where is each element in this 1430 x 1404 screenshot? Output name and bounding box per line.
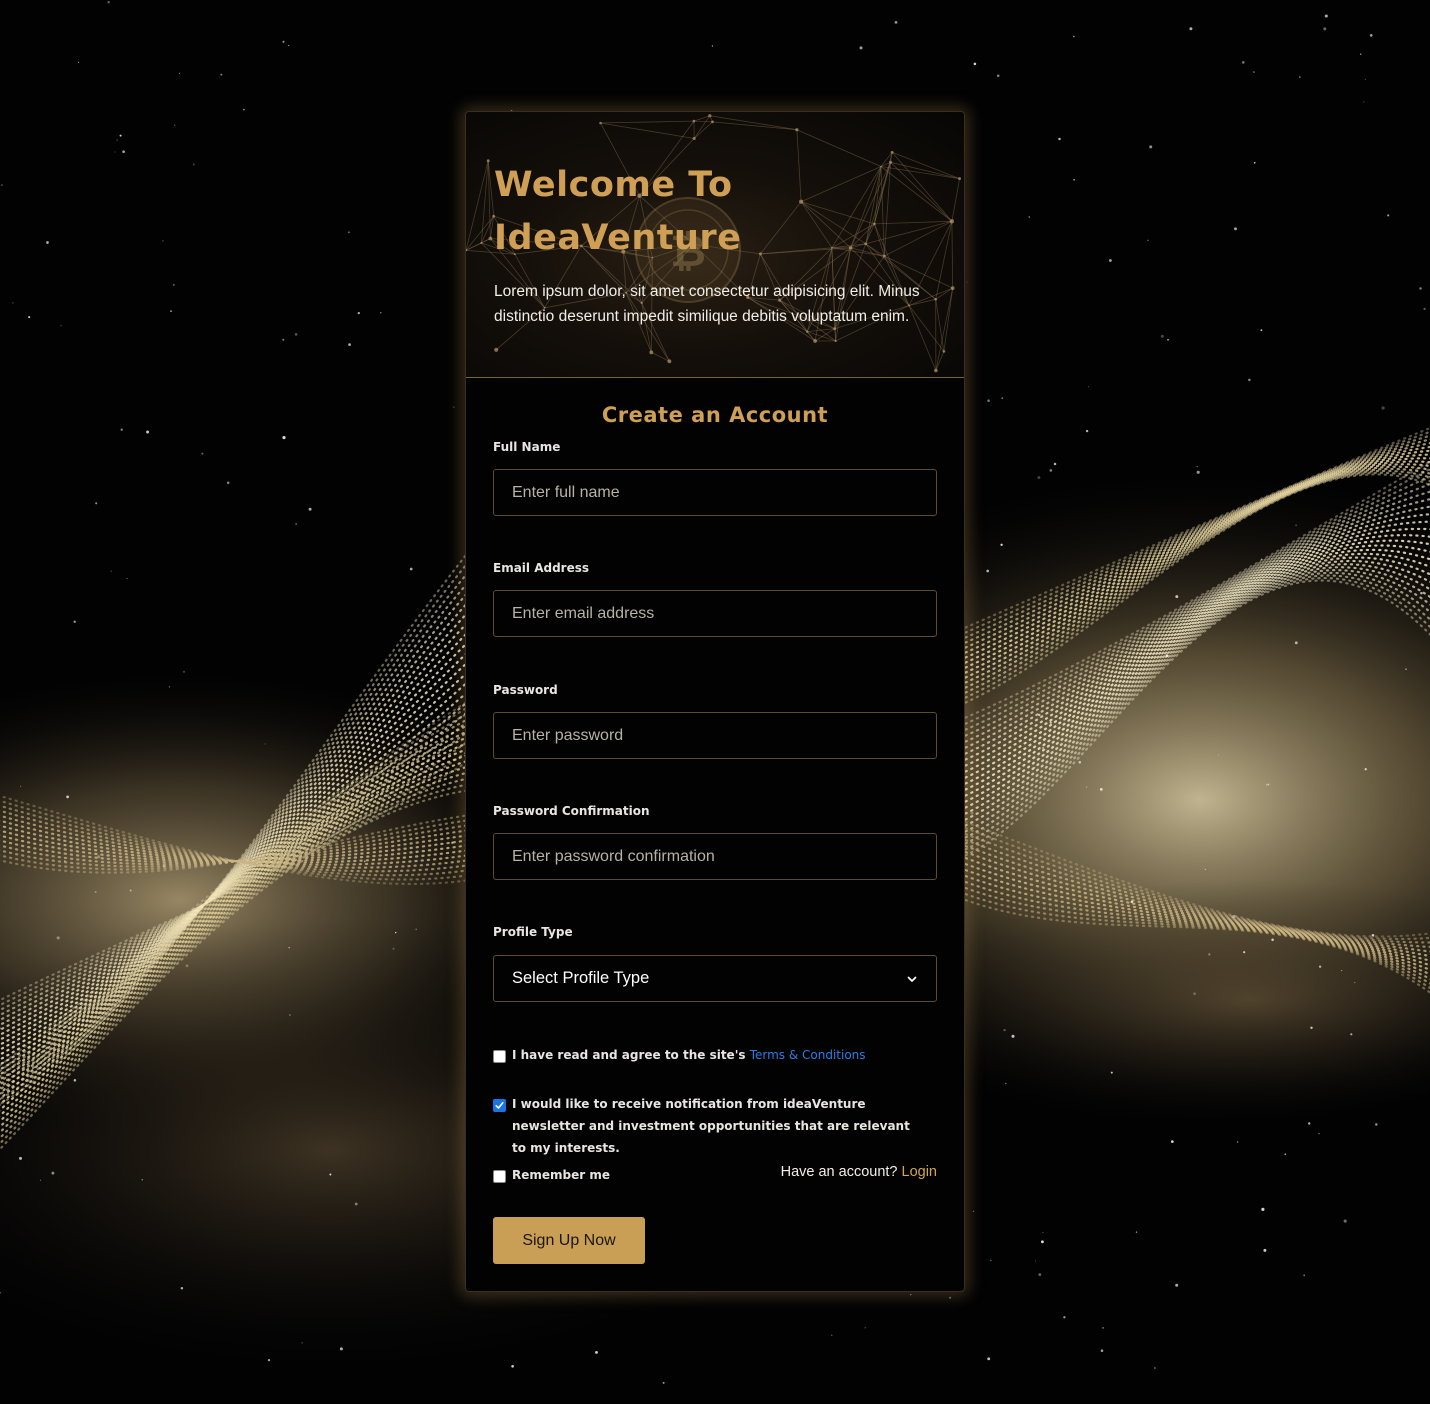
newsletter-text: I would like to receive notification fro…: [512, 1097, 910, 1155]
chevron-down-icon: [907, 976, 917, 982]
sign-up-button[interactable]: Sign Up Now: [493, 1217, 645, 1264]
newsletter-checkbox[interactable]: [493, 1099, 506, 1112]
terms-checkbox[interactable]: [493, 1050, 506, 1063]
remember-checkbox[interactable]: [493, 1170, 506, 1183]
password-confirmation-input[interactable]: [493, 833, 937, 880]
email-label: Email Address: [493, 561, 590, 575]
password-confirmation-label: Password Confirmation: [493, 804, 650, 818]
have-account: Have an account? Login: [781, 1164, 937, 1180]
hero-title-line2: IdeaVenture: [494, 218, 742, 258]
checkmark-icon: [495, 1102, 504, 1109]
profile-type-selected: Select Profile Type: [512, 969, 650, 987]
login-link[interactable]: Login: [902, 1164, 937, 1180]
hero-title: Welcome To IdeaVenture: [494, 159, 854, 265]
signup-card: ₿ Welcome To IdeaVenture Lorem ipsum dol…: [465, 111, 965, 1292]
terms-text: I have read and agree to the site's Term…: [512, 1044, 866, 1066]
password-input[interactable]: [493, 712, 937, 759]
full-name-label: Full Name: [493, 440, 561, 454]
password-label: Password: [493, 683, 558, 697]
form-title: Create an Account: [601, 403, 829, 427]
profile-type-select[interactable]: Select Profile Type: [493, 955, 937, 1002]
hero-description: Lorem ipsum dolor, sit amet consectetur …: [494, 283, 920, 325]
hero-title-line1: Welcome To: [494, 165, 733, 205]
full-name-input[interactable]: [493, 469, 937, 516]
newsletter-row: I would like to receive notification fro…: [493, 1096, 923, 1159]
hero-banner: ₿ Welcome To IdeaVenture Lorem ipsum dol…: [466, 112, 964, 378]
profile-type-label: Profile Type: [493, 925, 573, 939]
remember-row: Remember me: [493, 1167, 610, 1186]
terms-row: I have read and agree to the site's Term…: [493, 1047, 866, 1066]
remember-text: Remember me: [512, 1168, 610, 1182]
terms-label: I have read and agree to the site's: [512, 1048, 746, 1062]
terms-link[interactable]: Terms & Conditions: [750, 1048, 866, 1062]
email-input[interactable]: [493, 590, 937, 637]
have-account-text: Have an account?: [780, 1164, 898, 1180]
